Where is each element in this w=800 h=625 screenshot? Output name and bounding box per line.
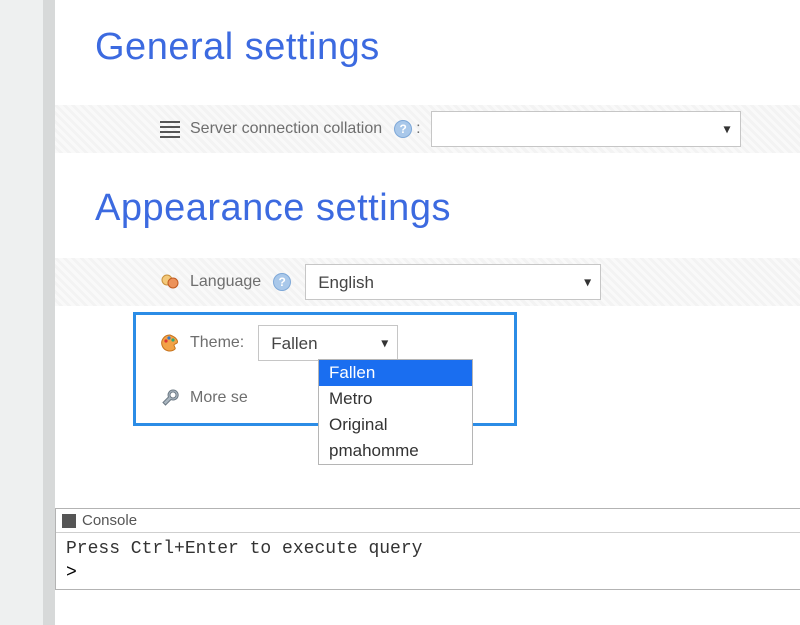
theme-select[interactable]: Fallen: [258, 325, 398, 361]
help-icon[interactable]: ?: [394, 120, 412, 138]
theme-option[interactable]: Fallen: [319, 360, 472, 386]
console-panel: Console Press Ctrl+Enter to execute quer…: [55, 508, 800, 590]
console-hint: Press Ctrl+Enter to execute query: [56, 533, 800, 563]
help-icon[interactable]: ?: [273, 273, 291, 291]
collation-select[interactable]: [431, 111, 741, 147]
theme-option[interactable]: Original: [319, 412, 472, 438]
console-title: Console: [82, 512, 137, 529]
heading-appearance: Appearance settings: [95, 187, 800, 230]
language-label: Language: [190, 273, 261, 291]
theme-highlight-frame: Theme: Fallen Fallen Metro Original pmah…: [133, 312, 517, 426]
theme-option[interactable]: pmahomme: [319, 438, 472, 464]
theme-option[interactable]: Metro: [319, 386, 472, 412]
console-header[interactable]: Console: [56, 509, 800, 533]
collation-label: Server connection collation: [190, 120, 382, 138]
heading-general: General settings: [95, 26, 800, 69]
language-icon: [160, 272, 180, 292]
collation-icon: [160, 119, 180, 139]
language-select[interactable]: English: [305, 264, 601, 300]
more-settings-label: More se: [190, 389, 248, 407]
console-prompt[interactable]: >: [56, 563, 800, 589]
console-icon: [62, 514, 76, 528]
theme-dropdown[interactable]: Fallen Metro Original pmahomme: [318, 359, 473, 465]
colon: :: [416, 120, 420, 138]
left-gutter: [0, 0, 55, 625]
theme-icon: [160, 333, 180, 353]
row-language: Language ? English: [55, 258, 800, 306]
wrench-icon: [160, 388, 180, 408]
row-collation: Server connection collation ? :: [55, 105, 800, 153]
theme-label: Theme:: [190, 334, 244, 352]
